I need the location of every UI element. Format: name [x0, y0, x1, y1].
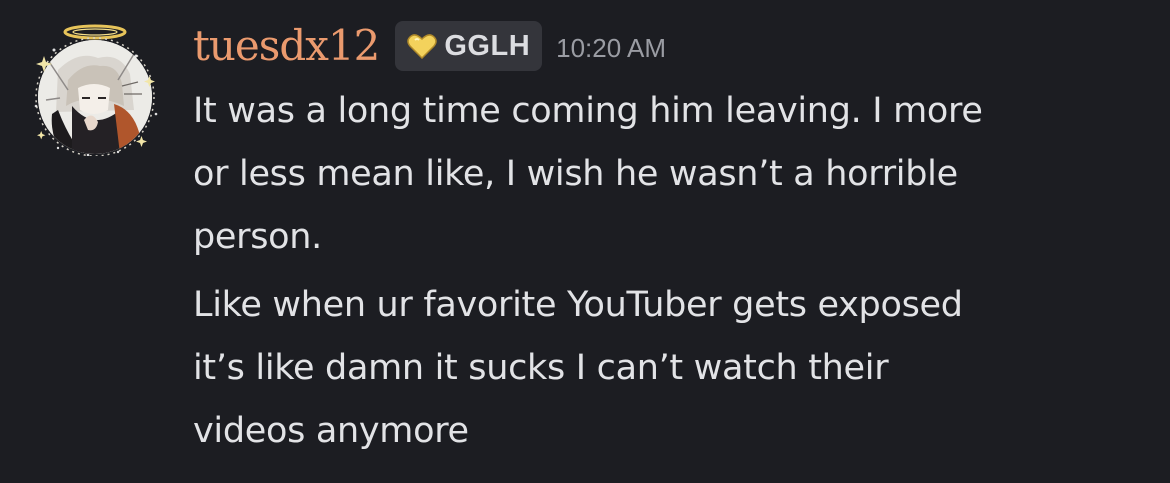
message-line: or less mean like, I wish he wasn’t a ho… [193, 154, 958, 194]
golden-heart-icon [407, 34, 438, 59]
server-tag-badge[interactable]: GGLH [395, 21, 543, 71]
message-line: It was a long time coming him leaving. I… [193, 91, 983, 131]
anime-character-avatar-icon [38, 40, 152, 154]
username[interactable]: tuesdx12 [193, 20, 380, 72]
message-line: it’s like damn it sucks I can’t watch th… [193, 348, 889, 388]
message-line: videos anymore [193, 411, 469, 451]
chat-message: tuesdx12 GGLH 10:20 AM It was a long tim… [0, 0, 1170, 483]
message-content-1: It was a long time coming him leaving. I… [193, 80, 1143, 269]
avatar[interactable] [38, 40, 152, 154]
message-header: tuesdx12 GGLH 10:20 AM [193, 20, 666, 72]
message-timestamp[interactable]: 10:20 AM [556, 29, 666, 64]
message-line: person. [193, 217, 322, 257]
server-tag-label: GGLH [444, 29, 531, 62]
message-content-2: Like when ur favorite YouTuber gets expo… [193, 274, 1143, 463]
message-line: Like when ur favorite YouTuber gets expo… [193, 285, 963, 325]
avatar-container[interactable] [28, 22, 162, 156]
